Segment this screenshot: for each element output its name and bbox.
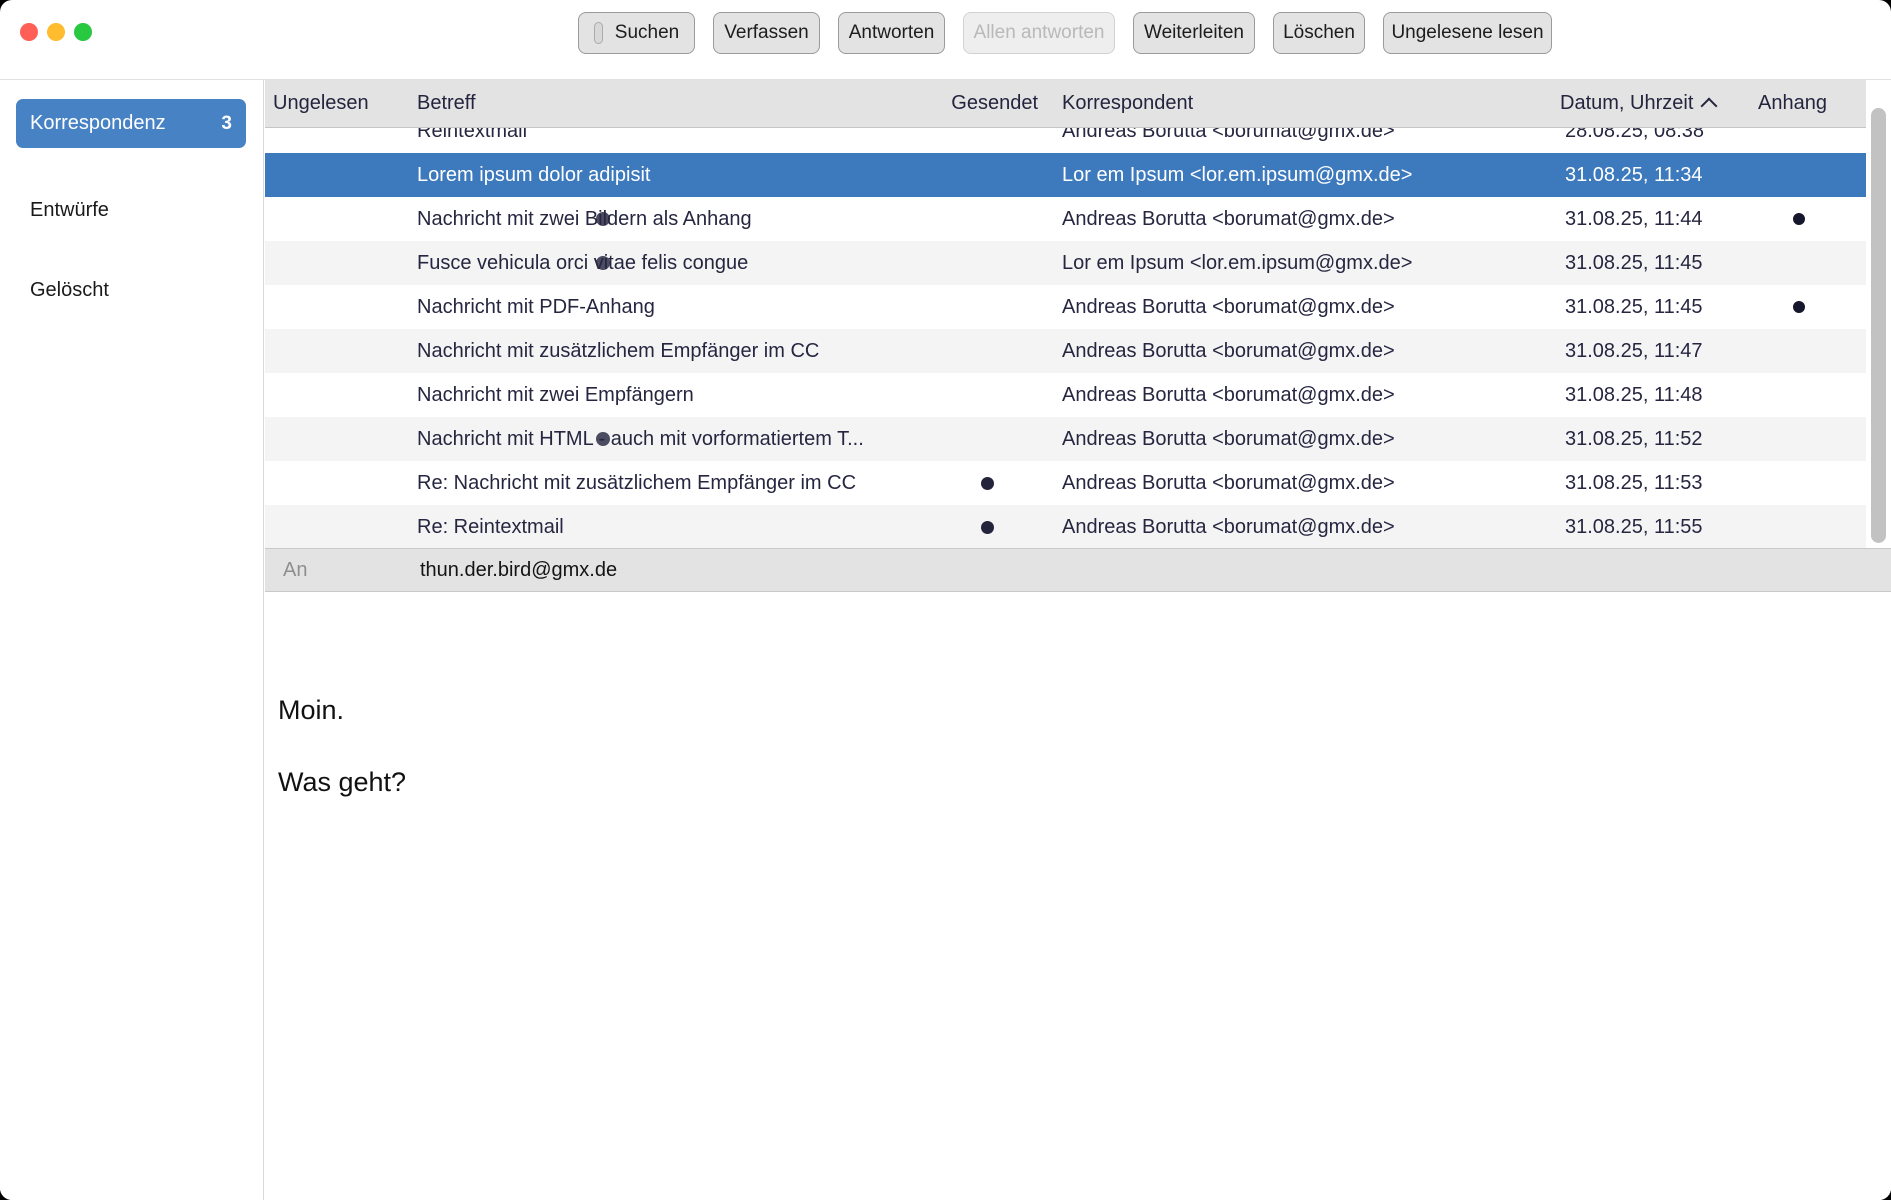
recipient-bar: An thun.der.bird@gmx.de	[265, 548, 1891, 592]
row-subject: Nachricht mit zusätzlichem Empfänger im …	[417, 340, 820, 362]
row-correspondent: Lor em Ipsum <lor.em.ipsum@gmx.de>	[1062, 252, 1413, 274]
table-row[interactable]: Nachricht mit zwei Bildern als Anhang And…	[265, 197, 1866, 241]
column-header-korrespondent[interactable]: Korrespondent	[1062, 80, 1193, 127]
row-datetime: 31.08.25, 11:53	[1565, 472, 1703, 494]
sent-dot	[981, 477, 994, 490]
row-datetime: 31.08.25, 11:45	[1565, 252, 1703, 274]
column-header-label: Korrespondent	[1062, 92, 1194, 114]
column-header-label: Datum, Uhrzeit	[1560, 92, 1694, 114]
table-row[interactable]: Nachricht mit zusätzlichem Empfänger im …	[265, 329, 1866, 373]
column-header-betreff[interactable]: Betreff	[417, 80, 476, 127]
to-address: thun.der.bird@gmx.de	[420, 559, 618, 581]
column-header-anhang[interactable]: Anhang	[1758, 80, 1827, 127]
button-label: Verfassen	[724, 22, 809, 43]
verfassen-button[interactable]: Verfassen	[713, 12, 820, 54]
content-area: Ungelesen Betreff Gesendet Korrespondent Dat…	[265, 80, 1891, 1200]
row-correspondent: Lor em Ipsum <lor.em.ipsum@gmx.de>	[1062, 164, 1413, 186]
button-label: Antworten	[848, 22, 935, 43]
row-datetime: 31.08.25, 11:47	[1565, 340, 1703, 362]
row-correspondent: Andreas Borutta <borumat@gmx.de>	[1062, 472, 1395, 494]
column-header-label: Gesendet	[951, 92, 1038, 114]
row-correspondent: Andreas Borutta <borumat@gmx.de>	[1062, 208, 1395, 230]
window-zoom-button[interactable]	[74, 23, 92, 41]
attachment-icon	[1793, 301, 1805, 313]
table-row[interactable]: Nachricht mit zwei Empfängern Andreas Bor…	[265, 373, 1866, 417]
sidebar-item-label: Korrespondenz	[30, 112, 166, 134]
l-schen-button[interactable]: Löschen	[1273, 12, 1365, 54]
row-correspondent: Andreas Borutta <borumat@gmx.de>	[1062, 128, 1395, 142]
sidebar-item-gel-scht[interactable]: Gelöscht	[16, 266, 246, 314]
row-datetime: 31.08.25, 11:52	[1565, 428, 1703, 450]
row-subject: Nachricht mit PDF-Anhang	[417, 296, 655, 318]
message-list: Reintextmail Andreas Borutta <borumat@gmx…	[265, 128, 1866, 548]
button-label: Weiterleiten	[1144, 22, 1244, 43]
antworten-button[interactable]: Antworten	[838, 12, 945, 54]
row-subject: Fusce vehicula orci vitae felis congue	[417, 252, 749, 274]
table-row[interactable]: Lorem ipsum dolor adipisit Lor em Ipsum <…	[265, 153, 1866, 197]
message-list-header: Ungelesen Betreff Gesendet Korrespondent Dat…	[265, 80, 1866, 128]
table-row[interactable]: Nachricht mit HTML - auch mit vorformati…	[265, 417, 1866, 461]
search-token-icon	[593, 22, 603, 44]
suchen-button[interactable]: Suchen	[578, 12, 695, 54]
row-correspondent: Andreas Borutta <borumat@gmx.de>	[1062, 428, 1395, 450]
message-body-line: Was geht?	[278, 767, 407, 797]
sent-dot	[981, 521, 994, 534]
row-subject: Nachricht mit zwei Bildern als Anhang	[417, 208, 752, 230]
row-subject: Re: Reintextmail	[417, 516, 564, 538]
sidebar: Korrespondenz 3 Entwürfe Gelöscht	[0, 80, 264, 1200]
unread-count-badge: 3	[221, 112, 232, 134]
row-subject: Nachricht mit HTML - auch mit vorformati…	[417, 428, 864, 450]
row-subject: Reintextmail	[417, 128, 528, 142]
row-datetime: 28.08.25, 08:38	[1565, 128, 1705, 142]
row-datetime: 31.08.25, 11:45	[1565, 296, 1703, 318]
column-header-label: Anhang	[1758, 92, 1827, 114]
allen-antworten-button: Allen antworten	[963, 12, 1115, 54]
table-row[interactable]: Reintextmail Andreas Borutta <borumat@gmx…	[265, 128, 1866, 153]
table-row[interactable]: Fusce vehicula orci vitae felis congue Lo…	[265, 241, 1866, 285]
sidebar-item-label: Entwürfe	[30, 198, 109, 221]
column-header-label: Betreff	[417, 92, 476, 114]
window-minimize-button[interactable]	[47, 23, 65, 41]
message-body-line: Moin.	[278, 695, 345, 725]
mail-app-window: Suchen Verfassen Antworten Allen antworten W…	[0, 0, 1891, 1200]
table-row[interactable]: Nachricht mit PDF-Anhang Andreas Borutta …	[265, 285, 1866, 329]
button-label: Allen antworten	[973, 22, 1105, 43]
sidebar-item-korrespondenz[interactable]: Korrespondenz 3	[16, 99, 246, 148]
window-close-button[interactable]	[20, 23, 38, 41]
sidebar-item-entw-rfe[interactable]: Entwürfe	[16, 186, 246, 234]
weiterleiten-button[interactable]: Weiterleiten	[1133, 12, 1255, 54]
attachment-icon	[1793, 213, 1805, 225]
row-datetime: 31.08.25, 11:44	[1565, 208, 1703, 230]
row-correspondent: Andreas Borutta <borumat@gmx.de>	[1062, 340, 1395, 362]
row-correspondent: Andreas Borutta <borumat@gmx.de>	[1062, 516, 1395, 538]
row-correspondent: Andreas Borutta <borumat@gmx.de>	[1062, 384, 1395, 406]
row-correspondent: Andreas Borutta <borumat@gmx.de>	[1062, 296, 1395, 318]
scrollbar-thumb[interactable]	[1871, 108, 1886, 543]
ungelesene-lesen-button[interactable]: Ungelesene lesen	[1383, 12, 1552, 54]
scrollbar-track[interactable]	[1866, 80, 1891, 548]
column-header-label: Ungelesen	[273, 92, 369, 114]
button-label: Löschen	[1283, 22, 1355, 43]
column-header-ungelesen[interactable]: Ungelesen	[273, 80, 369, 127]
row-datetime: 31.08.25, 11:55	[1565, 516, 1703, 538]
message-body: Moin. Was geht?	[265, 593, 1891, 1200]
table-row[interactable]: Re: Nachricht mit zusätzlichem Empfänger…	[265, 461, 1866, 505]
row-datetime: 31.08.25, 11:34	[1565, 164, 1703, 186]
row-subject: Re: Nachricht mit zusätzlichem Empfänger…	[417, 472, 857, 494]
column-header-datum[interactable]: Datum, Uhrzeit	[1560, 80, 1718, 127]
sidebar-item-label: Gelöscht	[30, 278, 109, 301]
row-datetime: 31.08.25, 11:48	[1565, 384, 1703, 406]
sort-ascending-icon	[1700, 97, 1718, 115]
column-header-gesendet[interactable]: Gesendet	[938, 80, 1038, 127]
row-subject: Nachricht mit zwei Empfängern	[417, 384, 694, 406]
button-label: Suchen	[614, 22, 680, 43]
to-label: An	[283, 559, 308, 581]
table-row[interactable]: Re: Reintextmail Andreas Borutta <borumat…	[265, 505, 1866, 548]
button-label: Ungelesene lesen	[1391, 22, 1544, 43]
row-subject: Lorem ipsum dolor adipisit	[417, 164, 651, 186]
